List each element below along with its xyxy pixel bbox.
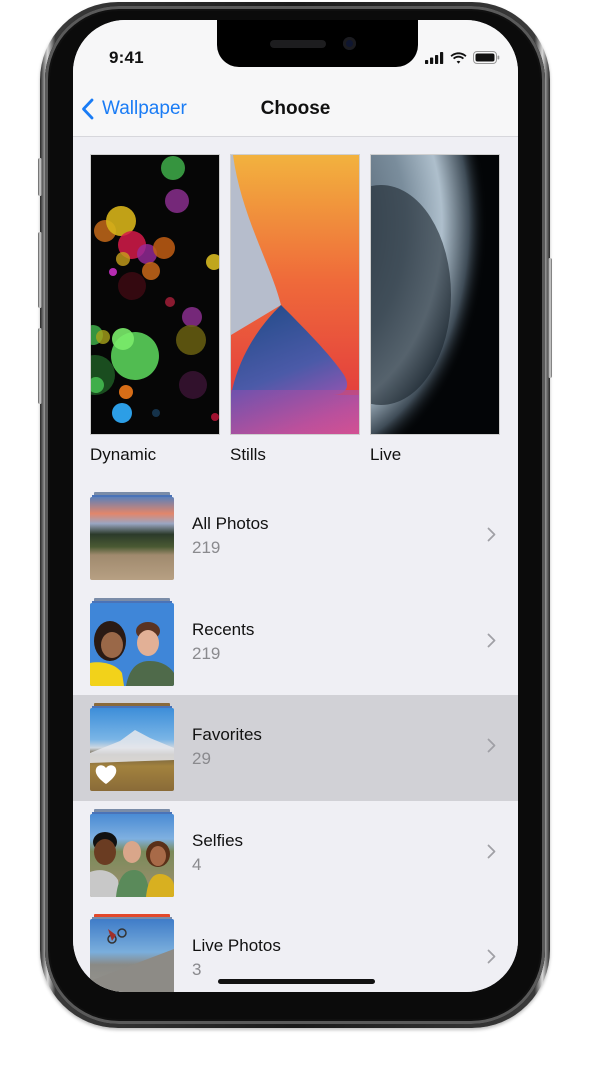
chevron-right-icon (487, 527, 496, 542)
chevron-right-icon (487, 844, 496, 858)
album-name: Favorites (192, 725, 262, 744)
home-indicator[interactable] (218, 979, 375, 984)
volume-down-button (38, 328, 42, 404)
chevron-right-icon (487, 633, 496, 647)
content-area: Dynamic Stills Live All Photos 219 Recen… (73, 137, 518, 992)
silent-switch (38, 158, 42, 196)
bokeh-image (91, 156, 219, 423)
status-icons (425, 51, 500, 64)
wifi-icon (450, 51, 467, 64)
wallpaper-category-label: Stills (230, 445, 266, 464)
status-time: 9:41 (109, 48, 144, 67)
chevron-right-icon (487, 949, 496, 964)
page-title: Choose (260, 98, 331, 119)
album-name: Selfies (192, 830, 244, 850)
earpiece-speaker (270, 40, 326, 48)
phone-screen: 9:41 Wallpaper Choose Dynamic Stills Liv… (73, 20, 518, 992)
side-button (548, 258, 552, 378)
album-count: 29 (192, 749, 211, 768)
wallpaper-category-label: Live (370, 445, 402, 464)
album-row-all-photos[interactable]: All Photos 219 (73, 484, 518, 590)
wallpaper-categories: Dynamic Stills Live (90, 154, 500, 465)
album-count: 3 (192, 960, 202, 979)
album-row-selfies[interactable]: Selfies 4 (73, 801, 518, 907)
notch (217, 20, 418, 67)
album-row-recents[interactable]: Recents 219 (73, 590, 518, 696)
live-particle-image (371, 155, 499, 434)
volume-up-button (38, 232, 42, 308)
album-count: 219 (192, 538, 221, 557)
wallpaper-category-label: Dynamic (90, 445, 157, 464)
album-thumbnail (90, 492, 174, 580)
wallpaper-category-stills[interactable]: Stills (230, 154, 360, 465)
album-count: 219 (192, 643, 221, 663)
stills-wallpaper-thumbnail (230, 154, 360, 435)
front-camera (343, 37, 356, 50)
album-count: 4 (192, 854, 202, 874)
wallpaper-category-live[interactable]: Live (370, 154, 500, 465)
album-thumbnail (90, 914, 174, 992)
chevron-right-icon (487, 738, 496, 753)
album-name: Recents (192, 619, 255, 639)
album-name: Live Photos (192, 936, 281, 955)
album-list: All Photos 219 Recents 219 Favorites 29 … (73, 484, 518, 992)
album-thumbnail (90, 703, 174, 791)
live-wallpaper-thumbnail (370, 154, 500, 435)
cellular-signal-icon (425, 51, 444, 64)
album-thumbnail (90, 808, 174, 897)
wallpaper-category-dynamic[interactable]: Dynamic (90, 154, 220, 465)
battery-icon (473, 51, 500, 64)
album-name: All Photos (192, 514, 269, 533)
dynamic-wallpaper-thumbnail (90, 154, 220, 435)
stills-abstract-image (231, 155, 359, 434)
album-row-favorites[interactable]: Favorites 29 (73, 695, 518, 801)
album-thumbnail (90, 597, 174, 686)
navigation-bar: Wallpaper Choose (73, 78, 518, 137)
heart-icon (95, 765, 117, 784)
